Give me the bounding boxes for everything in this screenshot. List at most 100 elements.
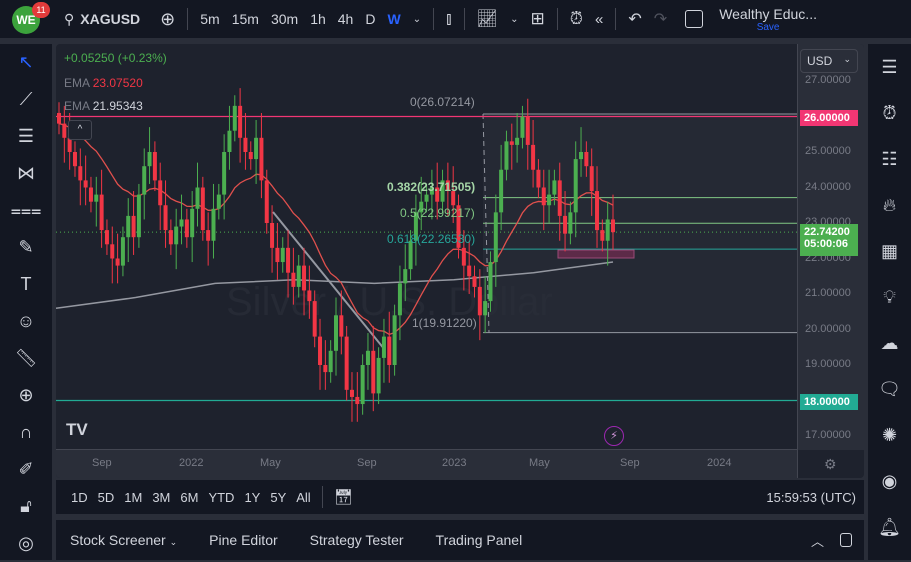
interval-w[interactable]: W — [387, 11, 400, 27]
trend-line-icon[interactable]: ⟋ — [0, 81, 52, 118]
interval-4h[interactable]: 4h — [338, 11, 354, 27]
candle-body — [270, 223, 275, 248]
tab-trading-panel[interactable]: Trading Panel — [436, 532, 523, 548]
range-5d[interactable]: 5D — [98, 490, 115, 505]
bottom-panel: Stock Screener ⌄ Pine Editor Strategy Te… — [56, 520, 864, 560]
magnet-icon[interactable]: ∩ — [0, 414, 52, 451]
candle-body — [493, 212, 498, 263]
interval-30m[interactable]: 30m — [271, 11, 298, 27]
fib-level-05: 0.5(22.99217) — [400, 206, 475, 220]
interval-d[interactable]: D — [365, 11, 375, 27]
hotlist-flame-icon[interactable]: 🔥︎ — [868, 182, 911, 228]
candle-body — [264, 180, 269, 223]
chat-cloud-icon[interactable]: ☁ — [868, 320, 911, 366]
save-button[interactable]: Save — [757, 22, 780, 33]
indicators-icon[interactable]: 📈︎ — [477, 9, 499, 29]
candle-body — [158, 180, 163, 206]
support-zone-rectangle — [557, 249, 635, 259]
ema-label: EMA — [64, 99, 90, 113]
range-1m[interactable]: 1M — [124, 490, 142, 505]
layout-grid-icon[interactable]: ⊞ — [531, 9, 545, 29]
fib-icon[interactable]: ☰ — [0, 118, 52, 155]
candles-icon[interactable]: ⫾ — [446, 9, 451, 29]
collapse-panel-icon[interactable]: ︿ — [811, 531, 824, 550]
candle-body — [142, 166, 147, 195]
candle-body — [509, 141, 514, 145]
collapse-legend-button[interactable]: ^ — [68, 120, 92, 140]
range-all[interactable]: All — [296, 490, 310, 505]
price-axis-label: 27.00000 — [805, 74, 851, 86]
search-icon[interactable]: ⚲ — [64, 11, 74, 28]
candle-body — [120, 237, 125, 266]
candle-body — [200, 187, 205, 231]
lightning-event-icon[interactable]: ⚡︎ — [604, 426, 624, 446]
chart-pane[interactable]: Silver / U.S. Dollar +0.05250 (+0.23%) E… — [56, 44, 864, 478]
tab-pine-editor[interactable]: Pine Editor — [209, 532, 277, 548]
text-icon[interactable]: T — [0, 266, 52, 303]
brush-icon[interactable]: ✎ — [0, 229, 52, 266]
chevron-down-icon[interactable]: ⌄ — [510, 14, 518, 25]
candle-body — [307, 290, 312, 302]
time-axis-label: Sep — [620, 457, 640, 469]
streams-icon[interactable]: ◉ — [868, 458, 911, 504]
eye-icon[interactable]: ◎ — [0, 525, 52, 562]
candle-body — [216, 194, 221, 209]
candle-body — [376, 357, 381, 394]
tradingview-logo: TV — [66, 420, 88, 439]
chevron-down-icon: ⌄ — [843, 54, 851, 64]
candle-body — [360, 365, 365, 405]
lock-icon[interactable]: 🔓︎ — [0, 488, 52, 525]
pattern-icon[interactable]: ⋈ — [0, 155, 52, 192]
range-ytd[interactable]: YTD — [208, 490, 234, 505]
alarm-clock-icon[interactable]: ⏰︎ — [868, 90, 911, 136]
candle-body — [397, 283, 402, 316]
range-1d[interactable]: 1D — [71, 490, 88, 505]
undo-icon[interactable]: ↶ — [628, 9, 641, 29]
alert-icon[interactable]: ⏰︎ — [570, 9, 583, 29]
notifications-bell-icon[interactable]: 🔔︎ — [868, 504, 911, 550]
data-window-icon[interactable]: ☷ — [868, 136, 911, 182]
watchlist-icon[interactable]: ☰ — [868, 44, 911, 90]
range-6m[interactable]: 6M — [180, 490, 198, 505]
drawing-toolbar: ↖ ⟋ ☰ ⋈ ⩶ ✎ T ☺ 📏︎ ⊕ ∩ ✐ 🔓︎ ◎ — [0, 44, 52, 560]
range-5y[interactable]: 5Y — [270, 490, 286, 505]
messages-icon[interactable]: 🗨︎ — [868, 366, 911, 412]
candle-body — [318, 336, 323, 365]
lock-drawings-icon[interactable]: ✐ — [0, 451, 52, 488]
range-3m[interactable]: 3M — [152, 490, 170, 505]
candle-body — [387, 336, 392, 365]
interval-5m[interactable]: 5m — [200, 11, 219, 27]
candle-body — [525, 116, 530, 145]
fullscreen-icon[interactable] — [685, 10, 704, 28]
tab-stock-screener[interactable]: Stock Screener ⌄ — [70, 532, 177, 548]
prediction-icon[interactable]: ⩶ — [0, 192, 52, 229]
clock[interactable]: 15:59:53 (UTC) — [766, 490, 856, 505]
candle-body — [78, 166, 83, 181]
goto-date-icon[interactable]: 📅︎ — [334, 488, 353, 506]
chevron-down-icon[interactable]: ⌄ — [413, 14, 421, 25]
redo-icon[interactable]: ↷ — [654, 9, 667, 29]
ideas-bulb-icon[interactable]: 💡︎ — [868, 274, 911, 320]
candle-body — [392, 315, 397, 365]
help-bulb-icon[interactable]: ✺ — [868, 412, 911, 458]
interval-15m[interactable]: 15m — [232, 11, 259, 27]
add-symbol-icon[interactable]: ⊕ — [160, 9, 175, 30]
candle-body — [195, 187, 200, 209]
cursor-icon[interactable]: ↖ — [0, 44, 52, 81]
price-chart[interactable] — [56, 44, 864, 478]
currency-select[interactable]: USD ⌄ — [800, 49, 858, 73]
ruler-icon[interactable]: 📏︎ — [0, 340, 52, 377]
layout-name[interactable]: Wealthy Educ... — [719, 6, 817, 22]
candle-body — [232, 105, 237, 131]
range-1y[interactable]: 1Y — [244, 490, 260, 505]
replay-icon[interactable]: « — [595, 11, 603, 28]
maximize-panel-icon[interactable] — [840, 533, 852, 547]
symbol-search[interactable]: XAGUSD — [80, 11, 140, 27]
zoom-in-icon[interactable]: ⊕ — [0, 377, 52, 414]
tab-strategy-tester[interactable]: Strategy Tester — [310, 532, 404, 548]
candle-body — [190, 208, 195, 238]
interval-1h[interactable]: 1h — [310, 11, 326, 27]
calendar-icon[interactable]: ▦ — [868, 228, 911, 274]
emoji-icon[interactable]: ☺ — [0, 303, 52, 340]
settings-gear-icon[interactable]: ⚙ — [824, 456, 837, 473]
